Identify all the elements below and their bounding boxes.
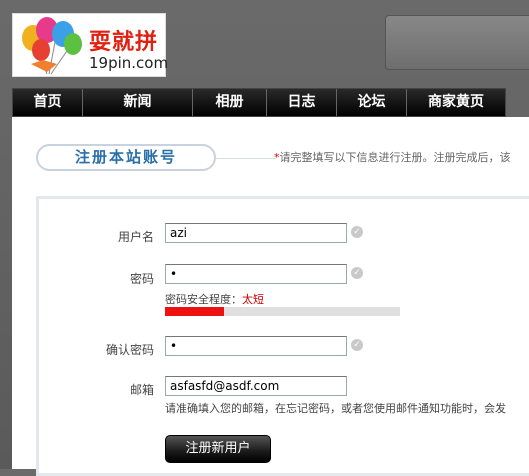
balloons-icon xyxy=(22,17,82,75)
registration-notice: *请完整填写以下信息进行注册。注册完成后，该 xyxy=(274,149,511,165)
register-button[interactable]: 注册新用户 xyxy=(165,435,271,463)
email-hint: 请准确填入您的邮箱，在忘记密码，或者您使用邮件通知功能时，会发 xyxy=(165,402,506,415)
password-strength-label: 密码安全程度： xyxy=(165,293,242,306)
username-label: 用户名 xyxy=(117,230,154,244)
nav-item-album[interactable]: 相册 xyxy=(193,89,267,116)
password-strength-value: 太短 xyxy=(242,293,264,306)
password-input[interactable]: • xyxy=(165,264,347,284)
email-input[interactable]: asfasfd@asdf.com xyxy=(165,376,347,396)
password-check-icon: ✓ xyxy=(351,267,363,279)
nav-item-yellow-pages[interactable]: 商家黄页 xyxy=(407,89,505,116)
main-content: 注册本站账号 *请完整填写以下信息进行注册。注册完成后，该 用户名 azi ✓ … xyxy=(12,117,529,476)
main-nav: 首页 新闻 相册 日志 论坛 商家黄页 xyxy=(12,88,506,117)
password-label: 密码 xyxy=(129,272,154,286)
title-divider xyxy=(216,158,276,159)
confirm-password-check-icon: ✓ xyxy=(351,339,363,351)
notice-text: 请完整填写以下信息进行注册。注册完成后，该 xyxy=(279,151,511,164)
nav-item-home[interactable]: 首页 xyxy=(13,89,83,116)
confirm-password-label: 确认密码 xyxy=(105,343,154,357)
password-strength-text: 密码安全程度：太短 xyxy=(165,291,264,307)
password-strength-fill xyxy=(165,307,224,316)
confirm-password-input[interactable]: • xyxy=(165,336,347,356)
header-panel xyxy=(385,15,529,70)
logo-chinese-text: 耍就拼 xyxy=(89,29,159,55)
page-title: 注册本站账号 xyxy=(36,144,216,171)
site-logo[interactable]: 耍就拼 19pin.com xyxy=(12,13,169,77)
nav-item-blog[interactable]: 日志 xyxy=(267,89,337,116)
nav-item-forum[interactable]: 论坛 xyxy=(337,89,407,116)
logo-domain-text: 19pin.com xyxy=(89,54,169,72)
username-check-icon: ✓ xyxy=(351,226,363,238)
email-label: 邮箱 xyxy=(129,383,154,397)
nav-item-news[interactable]: 新闻 xyxy=(83,89,193,116)
password-strength-meter xyxy=(165,307,400,316)
username-input[interactable]: azi xyxy=(165,223,347,243)
